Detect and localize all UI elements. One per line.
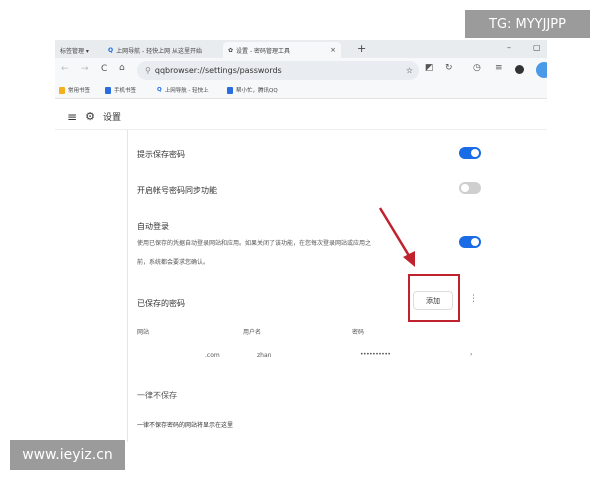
divider (127, 130, 128, 442)
qq-icon (227, 86, 233, 94)
empty-state-text: 一律不保存密码的网站将显示在这里 (137, 422, 234, 429)
setting-label: 提示保存密码 (137, 150, 185, 159)
tab-bookmark-manager[interactable]: 标签管理 ▾ (55, 42, 94, 58)
qq-browser-icon: Q (157, 87, 162, 93)
minimize-button[interactable]: – (507, 43, 511, 52)
forward-icon[interactable]: → (81, 64, 89, 74)
avatar[interactable] (515, 65, 524, 74)
page-title: 设置 (102, 113, 121, 123)
setting-label: 开启帐号密码同步功能 (137, 186, 217, 195)
password-row[interactable]: .com zhan •••••••••• › (130, 346, 490, 366)
chevron-right-icon[interactable]: › (470, 351, 472, 358)
username-cell: zhan (257, 352, 272, 359)
gear-icon: ✿ (228, 46, 234, 54)
history-icon[interactable]: ◷ (473, 63, 481, 73)
password-cell: •••••••••• (360, 351, 391, 358)
settings-header: ≡ ⚙ 设置 (55, 104, 547, 130)
watermark-site: www.ieyiz.cn (10, 440, 125, 470)
tab-bar: 标签管理 ▾ Q 上网导航 - 轻快上网 从这里开始 ✿ 设置 - 密码管理工具 × … (55, 40, 547, 58)
qq-browser-icon: Q (108, 46, 114, 54)
bookmark-item[interactable]: 手机书签 (105, 86, 136, 94)
home-icon[interactable]: ⌂ (119, 63, 125, 73)
url-text: qqbrowser://settings/passwords (154, 66, 282, 75)
site-cell: .com (205, 352, 220, 359)
search-icon: ⚲ (145, 66, 151, 75)
bookmarks-bar: 常用书签 手机书签 Q 上网导航 - 轻快上 帮小忙，腾讯QQ (55, 83, 547, 99)
bookmark-label: 帮小忙，腾讯QQ (236, 88, 278, 94)
hamburger-menu-icon[interactable]: ≡ (67, 110, 77, 124)
button-label: 添加 (426, 296, 440, 305)
new-tab-button[interactable]: + (357, 42, 366, 55)
browser-window: 标签管理 ▾ Q 上网导航 - 轻快上网 从这里开始 ✿ 设置 - 密码管理工具 × … (55, 40, 547, 442)
tab-settings[interactable]: ✿ 设置 - 密码管理工具 × (223, 42, 341, 58)
watermark-tg: TG: MYYJJPP (465, 10, 590, 38)
menu-icon[interactable]: ≡ (495, 63, 503, 73)
column-header: 网站 (137, 329, 150, 336)
add-password-button[interactable]: 添加 (413, 291, 453, 310)
section-title: 一律不保存 (137, 391, 177, 400)
offer-save-password-toggle[interactable] (459, 147, 481, 159)
reload-icon[interactable]: C (101, 64, 107, 74)
phone-bookmark-icon (105, 86, 111, 94)
tab-nav[interactable]: Q 上网导航 - 轻快上网 从这里开始 (103, 42, 207, 58)
address-bar[interactable]: ⚲ qqbrowser://settings/passwords ☆ (137, 61, 419, 80)
column-header: 用户名 (243, 329, 262, 336)
toolbar: ← → C ⌂ ⚲ qqbrowser://settings/passwords ☆… (55, 58, 547, 83)
tab-label: 标签管理 ▾ (60, 47, 89, 55)
bookmark-label: 手机书签 (114, 88, 137, 94)
bookmark-item[interactable]: Q 上网导航 - 轻快上 (157, 86, 209, 94)
auto-signin-toggle[interactable] (459, 236, 481, 248)
extension-icon[interactable]: ◩ (425, 63, 434, 73)
bookmark-item[interactable]: 常用书签 (59, 86, 90, 94)
back-icon[interactable]: ← (61, 64, 69, 74)
gear-icon: ⚙ (85, 110, 95, 123)
red-arrow-annotation (378, 207, 415, 267)
setting-label: 自动登录 (137, 222, 169, 231)
bookmark-label: 上网导航 - 轻快上 (164, 88, 209, 94)
folder-icon (59, 86, 65, 94)
tab-label: 设置 - 密码管理工具 (236, 47, 291, 55)
bookmark-item[interactable]: 帮小忙，腾讯QQ (227, 86, 278, 94)
star-icon[interactable]: ☆ (406, 66, 413, 75)
column-header: 密码 (352, 329, 365, 336)
close-icon[interactable]: × (330, 46, 336, 54)
sync-toggle[interactable] (459, 182, 481, 194)
tab-label: 上网导航 - 轻快上网 从这里开始 (116, 47, 202, 55)
setting-description: 使用已保存的凭据自动登录网站和应用。如果关闭了该功能，在您每次登录网站或应用之 (137, 240, 372, 247)
setting-description: 前，系统都会要求您确认。 (137, 259, 210, 266)
section-title: 已保存的密码 (137, 299, 185, 308)
bookmark-label: 常用书签 (68, 88, 91, 94)
qq-account-icon[interactable] (536, 62, 547, 78)
more-options-icon[interactable]: ⋮ (469, 294, 478, 304)
maximize-button[interactable]: ▢ (533, 43, 541, 52)
sync-icon[interactable]: ↻ (445, 63, 453, 73)
